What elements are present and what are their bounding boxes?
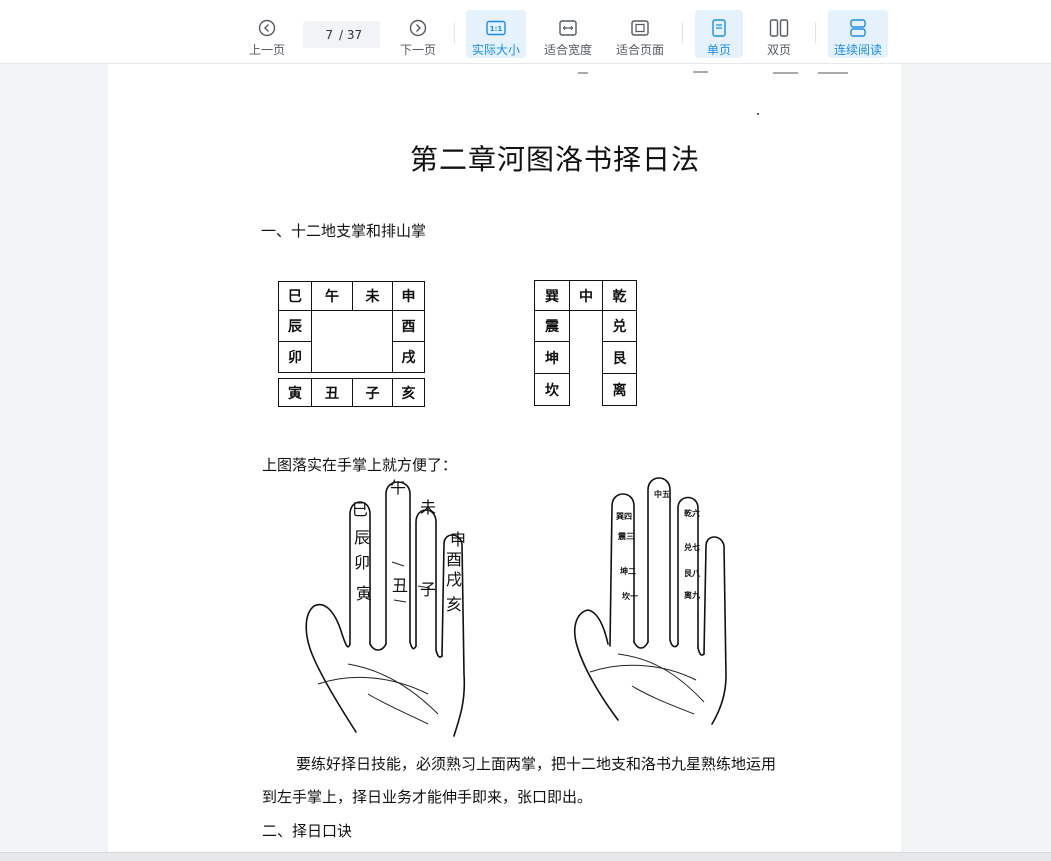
- hand-label-mao: 卯: [354, 553, 371, 572]
- actual-size-button[interactable]: 1:1 实际大小: [466, 10, 526, 58]
- chapter-title: 第二章河图洛书择日法: [410, 143, 701, 176]
- hand-label-yin: 寅: [356, 584, 373, 603]
- grid-cell: 酉: [392, 310, 425, 342]
- hand-label-chen: 辰: [354, 528, 371, 547]
- scan-artifacts: [578, 71, 848, 115]
- grid-cell: 戌: [392, 341, 425, 373]
- hand-label-hai: 亥: [446, 595, 463, 614]
- grid-cell: 震: [534, 310, 570, 342]
- fit-page-icon: [631, 17, 649, 38]
- svg-text:1:1: 1:1: [490, 25, 503, 33]
- continuous-reading-button[interactable]: 连续阅读: [828, 10, 888, 58]
- fit-width-button[interactable]: 适合宽度: [540, 10, 596, 58]
- single-page-button[interactable]: 单页: [695, 10, 743, 58]
- hand-label-chou: 丑: [392, 576, 409, 595]
- grid-cell: 午: [311, 281, 353, 311]
- grid-cell: 卯: [278, 341, 312, 373]
- viewer-toolbar: 上一页 / 37 下一页 1:1 实际大小 适合宽度 适合页面 单页: [0, 0, 1051, 64]
- page-indicator: / 37: [303, 21, 380, 48]
- hand-label-qian6: 乾六: [684, 508, 700, 518]
- grid-cell: 丑: [311, 378, 353, 407]
- fit-width-icon: [559, 17, 577, 38]
- single-page-label: 单页: [706, 43, 731, 57]
- grid-cell: 辰: [278, 310, 312, 342]
- prev-page-button[interactable]: 上一页: [245, 10, 289, 58]
- grid-cell: 坎: [534, 373, 570, 406]
- grid-cell: 申: [392, 281, 425, 311]
- section-heading-2: 二、择日口诀: [262, 822, 353, 840]
- hand-label-xu: 戌: [446, 570, 463, 589]
- double-page-button[interactable]: 双页: [757, 10, 801, 58]
- hand-label-kun2: 坤二: [620, 566, 636, 576]
- grid-cell: 未: [352, 281, 393, 311]
- hand-label-wu: 午: [390, 478, 407, 497]
- page-number-input[interactable]: [303, 27, 333, 42]
- hand-label-zi: 子: [420, 580, 437, 599]
- toolbar-divider: [682, 22, 683, 44]
- grid-cell: 巳: [278, 281, 312, 311]
- fit-page-button[interactable]: 适合页面: [612, 10, 668, 58]
- hand-label-zhong5: 中五: [654, 489, 670, 499]
- continuous-scroll-icon: [849, 17, 867, 38]
- hand-label-si: 巳: [352, 500, 369, 519]
- grid-cell: 亥: [392, 378, 425, 407]
- hand-label-gen8: 艮八: [684, 568, 700, 578]
- grid-cell: 乾: [602, 280, 637, 311]
- double-page-icon: [769, 17, 789, 38]
- document-page: 第二章河图洛书择日法 一、十二地支掌和排山掌 巳 午 未 申 辰 卯 酉 戌 寅…: [108, 64, 901, 860]
- hand-label-wei: 未: [420, 498, 437, 517]
- paragraph-line-1: 要练好择日技能，必须熟习上面两掌，把十二地支和洛书九星熟练地运用: [296, 755, 777, 773]
- right-hand-icon: [573, 477, 727, 725]
- grid-cell: 中: [569, 280, 603, 311]
- grid-cell: 兑: [602, 310, 637, 342]
- next-page-label: 下一页: [399, 43, 436, 57]
- grid-cell: 巽: [534, 280, 570, 311]
- grid-cell: 子: [352, 378, 393, 407]
- grid-cell: 艮: [602, 341, 637, 374]
- paragraph-line-2: 到左手掌上，择日业务才能伸手即来，张口即出。: [262, 788, 593, 806]
- page-total: / 37: [339, 27, 363, 42]
- single-page-icon: [711, 17, 727, 38]
- hand-label-li9: 离九: [684, 590, 700, 600]
- double-page-label: 双页: [766, 43, 791, 57]
- hand-label-zhen3: 震三: [618, 531, 634, 541]
- hand-label-xun4: 巽四: [616, 511, 632, 521]
- continuous-reading-label: 连续阅读: [833, 43, 882, 57]
- toolbar-divider: [815, 22, 816, 44]
- document-viewer[interactable]: 第二章河图洛书择日法 一、十二地支掌和排山掌 巳 午 未 申 辰 卯 酉 戌 寅…: [0, 64, 1051, 860]
- hand-caption: 上图落实在手掌上就方便了：: [262, 456, 458, 474]
- actual-size-label: 实际大小: [471, 43, 520, 57]
- fit-width-label: 适合宽度: [543, 43, 592, 57]
- grid-cell: 寅: [278, 378, 312, 407]
- actual-size-icon: 1:1: [486, 17, 506, 38]
- chevron-left-circle-icon: [258, 17, 276, 38]
- fit-page-label: 适合页面: [615, 43, 664, 57]
- grid-cell: 坤: [534, 341, 570, 374]
- hand-label-kan1: 坎一: [622, 591, 638, 601]
- toolbar-divider: [454, 22, 455, 44]
- prev-page-label: 上一页: [248, 43, 285, 57]
- grid-line: [311, 372, 393, 373]
- chevron-right-circle-icon: [409, 17, 427, 38]
- grid-cell: 离: [602, 373, 637, 406]
- section-heading-1: 一、十二地支掌和排山掌: [261, 222, 427, 240]
- next-page-button[interactable]: 下一页: [396, 10, 440, 58]
- hand-label-dui7: 兑七: [684, 542, 700, 552]
